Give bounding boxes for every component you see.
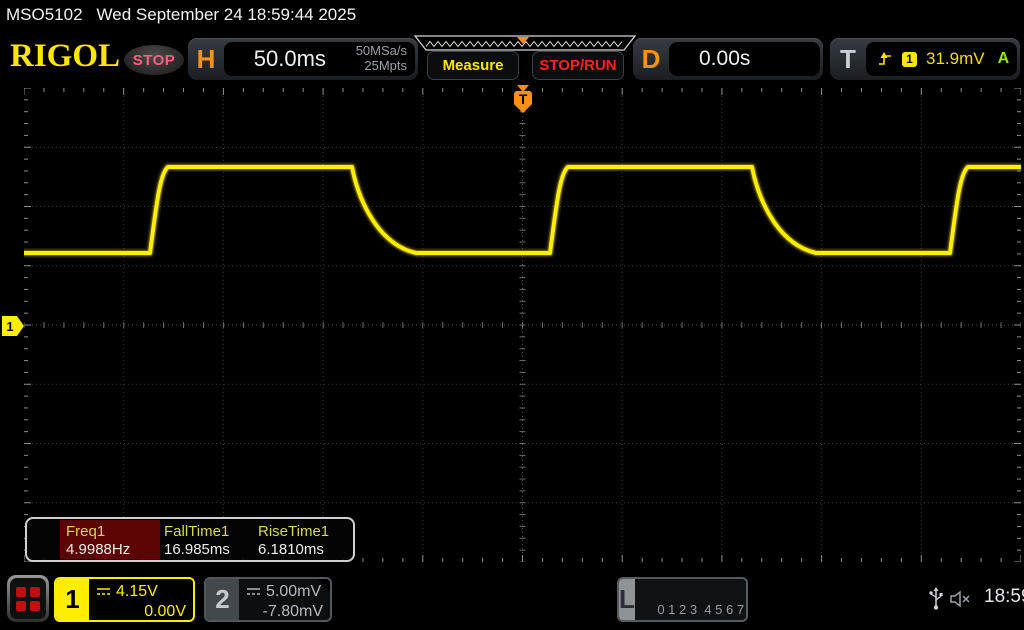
trigger-level-value: 31.9mV xyxy=(926,49,985,69)
trigger-sweep-mode: A xyxy=(994,50,1010,68)
channel-2-offset: -7.80mV xyxy=(246,602,323,622)
measurement-label: RiseTime1 xyxy=(258,523,329,540)
waveform-display-area xyxy=(24,88,1021,562)
timebase-value: 50.0ms xyxy=(224,46,356,72)
channel-1-offset: 0.00V xyxy=(96,602,186,622)
usb-icon xyxy=(928,587,944,611)
trigger-position-marker[interactable]: T xyxy=(513,85,533,117)
trigger-source-badge: 1 xyxy=(902,52,917,67)
delay-label: D xyxy=(633,44,669,75)
quick-menu-button[interactable] xyxy=(7,575,49,622)
title-bar: MSO5102 Wed September 24 18:59:44 2025 xyxy=(0,0,1024,30)
speaker-muted-icon xyxy=(949,589,975,609)
measurement-label: FallTime1 xyxy=(164,523,229,540)
channel-1-corner-notch xyxy=(180,579,193,592)
channel-2-status-block[interactable]: 2 5.00mV -7.80mV xyxy=(204,577,332,622)
measurement-panel: Freq1 4.9988Hz FallTime1 16.985ms RiseTi… xyxy=(25,517,355,562)
rising-edge-icon xyxy=(878,51,893,67)
trigger-marker-letter: T xyxy=(519,91,528,107)
measurement-value: 6.1810ms xyxy=(258,541,324,558)
horizontal-settings-block[interactable]: H 50.0ms 50MSa/s 25Mpts xyxy=(188,38,418,80)
memory-position-ribbon[interactable] xyxy=(413,35,637,52)
trigger-marker-arrow xyxy=(517,85,529,92)
logic-analyzer-status-block[interactable]: L 0 1 2 3 4 5 6 7 8 9 1011 12131415 xyxy=(617,577,748,622)
stop-run-button[interactable]: STOP/RUN xyxy=(532,51,624,80)
channel-1-scale: 4.15V xyxy=(116,582,158,602)
channel-2-number: 2 xyxy=(206,579,239,620)
quick-menu-icon xyxy=(10,578,46,619)
channel-2-corner-notch xyxy=(317,579,330,592)
rigol-logo: RIGOL xyxy=(10,38,120,75)
clock-display: 18:59 xyxy=(984,586,1024,608)
channel-1-number: 1 xyxy=(56,579,89,620)
sample-rate-memdepth: 50MSa/s 25Mpts xyxy=(356,44,415,74)
memory-depth: 25Mpts xyxy=(364,58,407,73)
sample-rate: 50MSa/s xyxy=(356,43,407,58)
logic-analyzer-label: L xyxy=(619,579,635,620)
measurement-value: 16.985ms xyxy=(164,541,230,558)
delay-settings-block[interactable]: D 0.00s xyxy=(633,38,823,80)
delay-value: 0.00s xyxy=(669,47,750,71)
dc-coupling-icon xyxy=(96,586,111,597)
trigger-label: T xyxy=(830,44,866,75)
horizontal-label: H xyxy=(188,44,224,75)
channel-1-position-marker[interactable]: 1 xyxy=(2,316,24,336)
measurement-value: 4.9988Hz xyxy=(66,541,130,558)
datetime-text: Wed September 24 18:59:44 2025 xyxy=(97,5,357,25)
model-name: MSO5102 xyxy=(6,5,83,25)
trigger-settings-block[interactable]: T 1 31.9mV A xyxy=(830,38,1020,80)
measure-button[interactable]: Measure xyxy=(427,51,519,80)
memory-ribbon-graphic xyxy=(413,35,637,52)
acquisition-status-badge: STOP xyxy=(124,45,184,75)
waveform-trace xyxy=(24,88,1021,562)
digital-channels-row1: 0 1 2 3 4 5 6 7 xyxy=(657,602,744,617)
channel-1-status-block[interactable]: 1 4.15V 0.00V xyxy=(54,577,195,622)
channel-2-scale: 5.00mV xyxy=(266,582,321,602)
channel-1-marker-label: 1 xyxy=(6,319,13,334)
measurement-label: Freq1 xyxy=(66,523,105,540)
dc-coupling-icon xyxy=(246,586,261,597)
